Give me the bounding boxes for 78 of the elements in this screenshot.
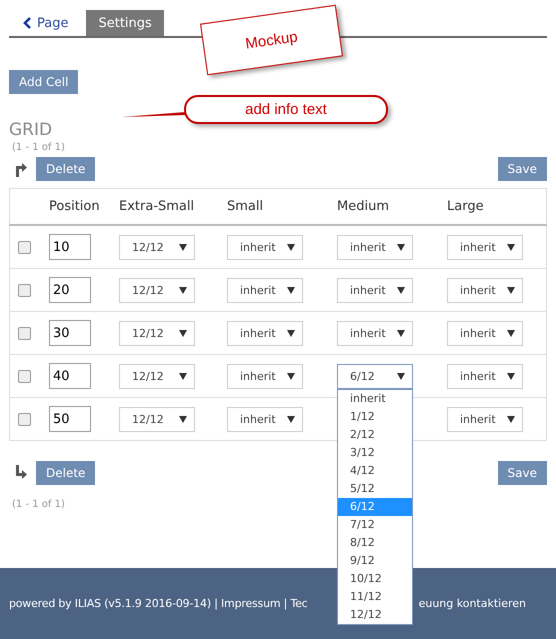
dropdown-option[interactable]: 4/12: [338, 462, 412, 480]
caret-icon: [507, 244, 515, 250]
caret-icon: [179, 286, 187, 294]
size-select[interactable]: inherit: [447, 364, 523, 388]
size-select[interactable]: inherit: [227, 364, 303, 388]
position-field[interactable]: 20: [49, 277, 91, 303]
dropdown-option[interactable]: 9/12: [338, 552, 412, 570]
leader-line: [122, 110, 186, 120]
size-select[interactable]: inherit: [447, 320, 523, 346]
dropdown-option[interactable]: 2/12: [338, 426, 412, 444]
range-text: (1 - 1 of 1): [12, 499, 65, 510]
size-select[interactable]: inherit: [447, 234, 523, 260]
caret-icon: [287, 372, 295, 380]
footer-link[interactable]: euung kontaktieren: [418, 597, 526, 610]
caret-icon: [179, 416, 187, 422]
column-header: Small: [227, 199, 264, 214]
row-checkbox[interactable]: [18, 284, 31, 296]
row-checkbox[interactable]: [18, 412, 31, 426]
caret-icon: [287, 286, 295, 294]
size-select[interactable]: inherit: [227, 278, 303, 302]
dropdown-option[interactable]: 5/12: [338, 480, 412, 498]
dropdown-option[interactable]: 7/12: [338, 516, 412, 534]
dropdown-option[interactable]: 3/12: [338, 444, 412, 462]
size-select[interactable]: 12/12: [119, 278, 195, 302]
caret-icon: [507, 416, 515, 422]
caret-icon: [507, 286, 515, 294]
caret-icon: [507, 330, 515, 336]
size-select[interactable]: 12/12: [119, 406, 195, 432]
row-checkbox[interactable]: [18, 326, 31, 340]
column-header: Medium: [337, 199, 389, 214]
caret-icon: [179, 372, 187, 380]
column-header: Large: [447, 199, 484, 214]
dropdown-option[interactable]: inherit: [338, 390, 412, 408]
caret-icon: [397, 286, 405, 294]
dropdown-option[interactable]: 1/12: [338, 408, 412, 426]
dropdown-option[interactable]: 10/12: [338, 570, 412, 588]
callout-bubble: add info text: [184, 95, 388, 124]
size-select[interactable]: inherit: [227, 406, 303, 432]
size-select[interactable]: 12/12: [119, 234, 195, 260]
position-field[interactable]: 50: [49, 406, 91, 432]
grid-title: GRID: [9, 120, 54, 140]
size-select[interactable]: inherit: [447, 406, 523, 432]
caret-icon: [179, 330, 187, 336]
position-field[interactable]: 40: [49, 363, 91, 389]
caret-icon: [179, 244, 187, 250]
row-checkbox[interactable]: [18, 370, 31, 382]
caret-icon: [287, 244, 295, 250]
column-header: Position: [49, 199, 100, 214]
size-select[interactable]: inherit: [227, 234, 303, 260]
size-select[interactable]: inherit: [337, 234, 413, 260]
caret-icon: [287, 330, 295, 336]
caret-icon: [397, 330, 405, 336]
size-select[interactable]: 12/12: [119, 364, 195, 388]
footer-text: powered by ILIAS (v5.1.9 2016-09-14) | Impressum | Tec: [9, 597, 308, 610]
size-select[interactable]: 12/12: [119, 320, 195, 346]
sticky-note: Mockup: [200, 4, 343, 76]
caret-icon: [397, 372, 405, 380]
arrow-down-right-icon: [14, 465, 28, 481]
column-header: Extra-Small: [119, 199, 194, 214]
settings-tab[interactable]: Settings: [86, 10, 164, 36]
position-field[interactable]: 30: [49, 320, 91, 346]
size-select[interactable]: inherit: [337, 320, 413, 346]
back-tab[interactable]: Page: [19, 10, 80, 36]
row-checkbox[interactable]: [18, 240, 31, 254]
caret-icon: [397, 244, 405, 250]
size-select[interactable]: inherit: [447, 278, 523, 302]
range-text: (1 - 1 of 1): [12, 142, 65, 153]
arrow-up-right-icon: [14, 161, 28, 177]
caret-icon: [507, 372, 515, 380]
dropdown-option[interactable]: 11/12: [338, 588, 412, 606]
chevron-left-icon: [23, 17, 32, 29]
caret-icon: [287, 416, 295, 422]
size-select[interactable]: 6/12: [337, 364, 413, 388]
size-select[interactable]: inherit: [227, 320, 303, 346]
dropdown-option[interactable]: 8/12: [338, 534, 412, 552]
dropdown-option[interactable]: 12/12: [338, 606, 412, 624]
size-select[interactable]: inherit: [337, 278, 413, 302]
position-field[interactable]: 10: [49, 234, 91, 260]
